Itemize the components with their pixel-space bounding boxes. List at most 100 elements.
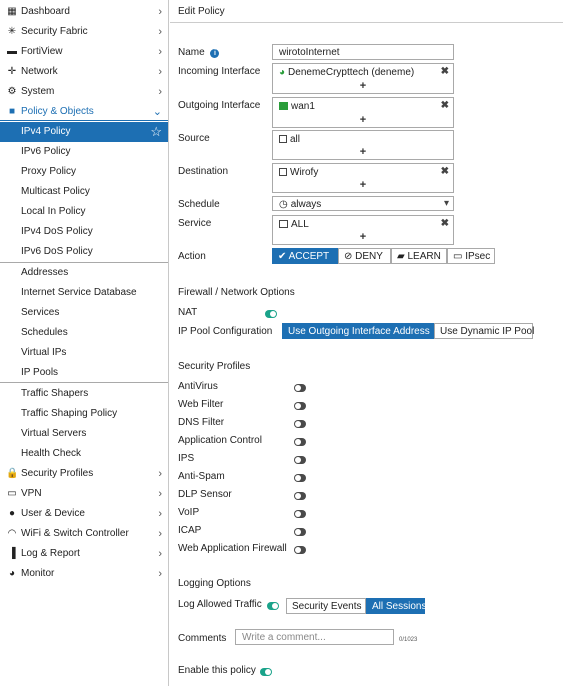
dlp-sensor-toggle[interactable] <box>294 492 306 500</box>
icap-label: ICAP <box>178 525 202 536</box>
add-icon[interactable]: + <box>273 179 453 191</box>
dashboard-icon: ▦ <box>7 6 17 17</box>
sidebar-item-fortiview[interactable]: ▬ FortiView › <box>0 42 168 62</box>
star-icon[interactable]: ☆ <box>150 122 162 142</box>
sidebar-item-traffic-shapers[interactable]: Traffic Shapers <box>0 384 168 404</box>
sidebar-item-virtual-ips[interactable]: Virtual IPs <box>0 343 168 363</box>
sidebar-item-ipv4-policy[interactable]: IPv4 Policy ☆ <box>0 122 168 142</box>
remove-icon[interactable]: ✖ <box>441 218 449 229</box>
action-ipsec-button[interactable]: ▭ IPsec <box>447 248 495 264</box>
add-icon[interactable]: + <box>273 114 453 126</box>
source-label: Source <box>178 133 210 144</box>
web-application-firewall-toggle[interactable] <box>294 546 306 554</box>
action-accept-button[interactable]: ✔ ACCEPT <box>272 248 338 264</box>
log-allowed-traffic-toggle[interactable] <box>267 602 279 610</box>
sidebar-divider <box>0 382 168 383</box>
sidebar-item-user-and-device[interactable]: ● User & Device › <box>0 504 168 524</box>
sidebar-item-addresses[interactable]: Addresses <box>0 263 168 283</box>
sidebar-item-internet-service-database[interactable]: Internet Service Database <box>0 283 168 303</box>
remove-icon[interactable]: ✖ <box>441 66 449 77</box>
sidebar-item-wifi-and-switch-controller[interactable]: ◠ WiFi & Switch Controller › <box>0 524 168 544</box>
sidebar-item-virtual-servers[interactable]: Virtual Servers <box>0 424 168 444</box>
anti-spam-label: Anti-Spam <box>178 471 225 482</box>
use-dynamic-ip-pool-button[interactable]: Use Dynamic IP Pool <box>434 323 534 339</box>
icap-toggle[interactable] <box>294 528 306 536</box>
sidebar-item-network[interactable]: ✛ Network › <box>0 62 168 82</box>
chevron-down-icon[interactable]: ▾ <box>444 198 449 209</box>
antivirus-toggle[interactable] <box>294 384 306 392</box>
sidebar-item-ipv6-dos-policy[interactable]: IPv6 DoS Policy <box>0 242 168 262</box>
use-outgoing-interface-button[interactable]: Use Outgoing Interface Address <box>282 323 434 339</box>
remove-icon[interactable]: ✖ <box>441 166 449 177</box>
add-icon[interactable]: + <box>273 80 453 92</box>
sidebar-item-dashboard[interactable]: ▦ Dashboard › <box>0 2 168 22</box>
security-events-button[interactable]: Security Events <box>286 598 366 614</box>
enable-policy-toggle[interactable] <box>260 668 272 676</box>
sidebar-item-vpn[interactable]: ▭ VPN › <box>0 484 168 504</box>
sidebar-item-label: WiFi & Switch Controller <box>21 528 129 539</box>
incoming-interface-field[interactable]: ◕ DenemeCrypttech (deneme) ✖ + <box>272 63 454 94</box>
add-icon[interactable]: + <box>273 231 453 243</box>
chevron-right-icon: › <box>158 26 162 38</box>
page-title: Edit Policy <box>178 6 225 17</box>
action-deny-button[interactable]: ⊘ DENY <box>338 248 391 264</box>
name-label: Name i <box>178 47 220 58</box>
name-input[interactable]: wirotoInternet <box>272 44 454 60</box>
destination-label: Destination <box>178 166 229 177</box>
sidebar-item-label: Virtual IPs <box>21 347 67 358</box>
schedule-select[interactable]: ◷ always ▾ <box>272 196 454 211</box>
vpn-icon: ▭ <box>7 488 17 499</box>
dns-filter-toggle[interactable] <box>294 420 306 428</box>
sidebar-item-ipv4-dos-policy[interactable]: IPv4 DoS Policy <box>0 222 168 242</box>
destination-field[interactable]: Wirofy ✖ + <box>272 163 454 193</box>
remove-icon[interactable]: ✖ <box>441 100 449 111</box>
voip-toggle[interactable] <box>294 510 306 518</box>
action-learn-button[interactable]: ▰ LEARN <box>391 248 447 264</box>
dlp-sensor-label: DLP Sensor <box>178 489 232 500</box>
sidebar-item-system[interactable]: ⚙ System › <box>0 82 168 102</box>
add-icon[interactable]: + <box>273 146 453 158</box>
sidebar-item-schedules[interactable]: Schedules <box>0 323 168 343</box>
sidebar-item-label: Services <box>21 307 60 318</box>
sidebar-item-health-check[interactable]: Health Check <box>0 444 168 464</box>
comments-textarea[interactable]: Write a comment... <box>235 629 394 645</box>
source-entry: all <box>279 134 300 145</box>
logging-section-title: Logging Options <box>178 578 251 589</box>
header-divider <box>170 22 563 23</box>
enable-policy-label: Enable this policy <box>178 665 256 676</box>
all-sessions-button[interactable]: All Sessions <box>366 598 426 614</box>
web-filter-toggle[interactable] <box>294 402 306 410</box>
anti-spam-toggle[interactable] <box>294 474 306 482</box>
outgoing-interface-field[interactable]: wan1 ✖ + <box>272 97 454 128</box>
sidebar-item-traffic-shaping-policy[interactable]: Traffic Shaping Policy <box>0 404 168 424</box>
sidebar-item-multicast-policy[interactable]: Multicast Policy <box>0 182 168 202</box>
sidebar-item-security-fabric[interactable]: ✳ Security Fabric › <box>0 22 168 42</box>
service-field[interactable]: ALL ✖ + <box>272 215 454 245</box>
sidebar-active-group-divider <box>0 120 168 121</box>
ips-toggle[interactable] <box>294 456 306 464</box>
sidebar-item-ip-pools[interactable]: IP Pools <box>0 363 168 383</box>
sidebar-item-label: Traffic Shaping Policy <box>21 408 118 419</box>
sidebar-item-ipv6-policy[interactable]: IPv6 Policy <box>0 142 168 162</box>
sidebar-item-monitor[interactable]: ◕ Monitor › <box>0 564 168 584</box>
sidebar-item-services[interactable]: Services <box>0 303 168 323</box>
sidebar-item-proxy-policy[interactable]: Proxy Policy <box>0 162 168 182</box>
source-field[interactable]: all + <box>272 130 454 160</box>
sidebar-item-label: Schedules <box>21 327 68 338</box>
service-icon <box>279 220 288 228</box>
sidebar-item-label: Network <box>21 66 58 77</box>
schedule-label: Schedule <box>178 199 220 210</box>
log-allowed-traffic-label: Log Allowed Traffic <box>178 599 262 610</box>
sidebar-item-label: Traffic Shapers <box>21 388 89 399</box>
sidebar-item-policy-and-objects[interactable]: ■ Policy & Objects ⌄ <box>0 102 168 122</box>
chevron-right-icon: › <box>158 46 162 58</box>
info-icon[interactable]: i <box>210 49 220 58</box>
incoming-interface-entry: ◕ DenemeCrypttech (deneme) <box>279 67 415 78</box>
dns-filter-label: DNS Filter <box>178 417 225 428</box>
sidebar-item-log-and-report[interactable]: ▐ Log & Report › <box>0 544 168 564</box>
sidebar-item-local-in-policy[interactable]: Local In Policy <box>0 202 168 222</box>
application-control-toggle[interactable] <box>294 438 306 446</box>
sidebar-item-security-profiles[interactable]: 🔒 Security Profiles › <box>0 464 168 484</box>
nat-toggle[interactable] <box>265 310 277 318</box>
sidebar-item-label: Multicast Policy <box>21 186 90 197</box>
